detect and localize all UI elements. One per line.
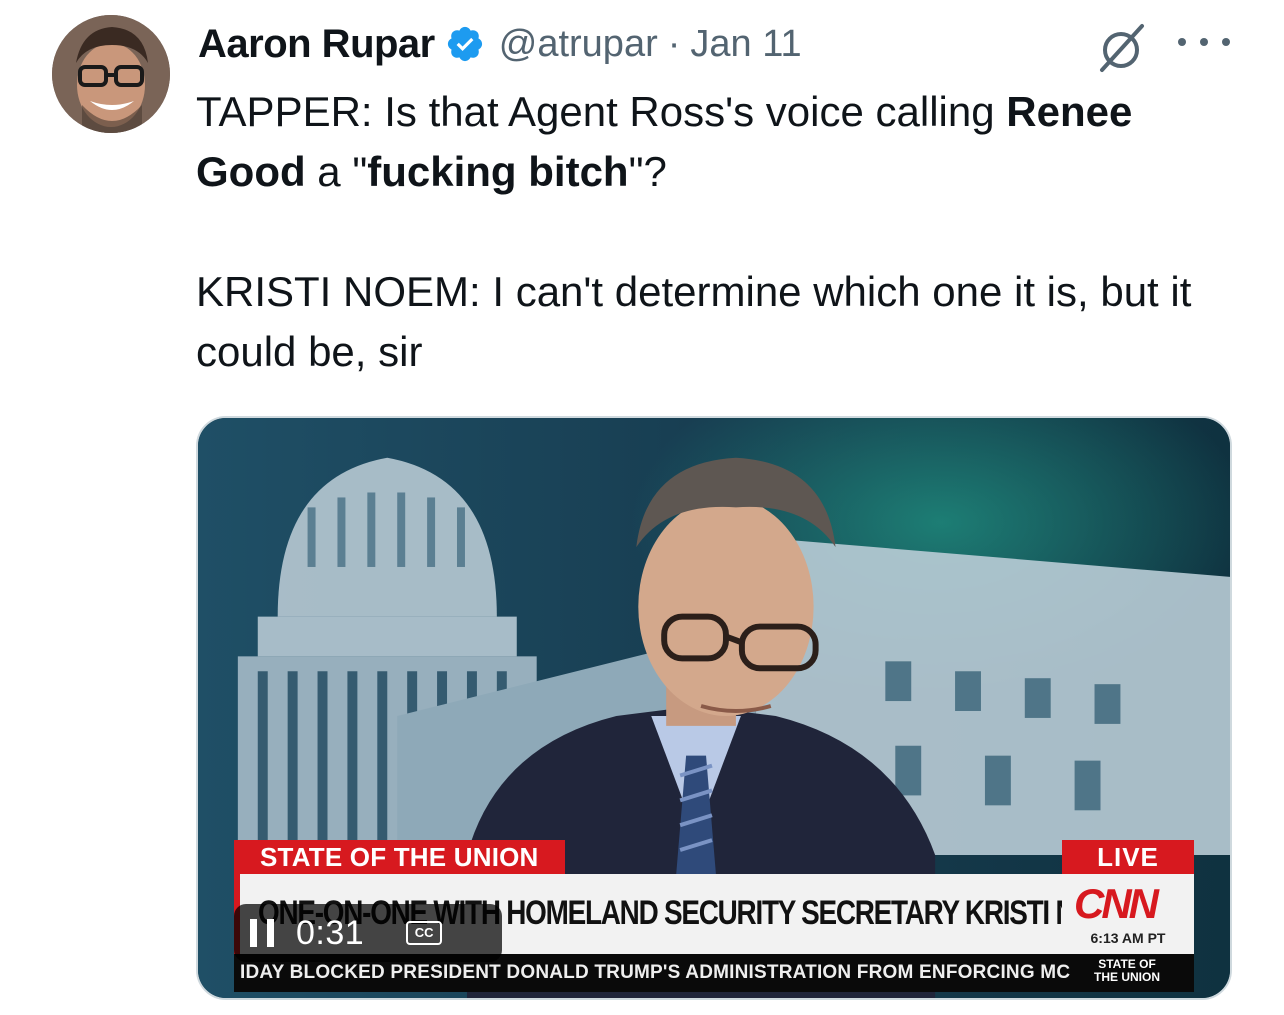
separator-dot: · (667, 22, 681, 65)
broadcast-time: 6:13 AM PT (1090, 930, 1166, 946)
grok-icon[interactable] (1094, 20, 1150, 76)
pause-icon[interactable] (250, 919, 274, 947)
ticker-text: IDAY BLOCKED PRESIDENT DONALD TRUMP'S AD… (240, 962, 1071, 983)
tweet-header: Aaron Rupar @atrupar · Jan 11 (198, 18, 802, 70)
video-controls: 0:31 CC (234, 904, 502, 962)
tweet-bold-quote: fucking bitch (367, 148, 629, 195)
closed-captions-icon[interactable]: CC (406, 921, 443, 945)
tweet-date[interactable]: Jan 11 (690, 23, 801, 66)
show-label: STATE OF THE UNION (234, 840, 565, 874)
author-name[interactable]: Aaron Rupar (198, 22, 435, 67)
avatar[interactable] (52, 15, 170, 133)
video-player[interactable]: STATE OF THE UNION LIVE ONE-ON-ONE WITH … (196, 416, 1232, 1000)
network-bug: CNN 6:13 AM PT (1062, 874, 1194, 954)
tweet-paragraph-1: TAPPER: Is that Agent Ross's voice calli… (196, 82, 1236, 202)
tweet-paragraph-2: KRISTI NOEM: I can't determine which one… (196, 268, 1192, 375)
show-logo-line2: THE UNION (1094, 970, 1160, 984)
cnn-logo: CNN (1074, 880, 1159, 927)
tweet-text-segment: TAPPER: Is that Agent Ross's voice calli… (196, 88, 1007, 135)
tweet-text-segment: "? (628, 148, 667, 195)
live-badge: LIVE (1062, 840, 1194, 874)
verified-badge-icon[interactable] (445, 24, 485, 64)
tweet-text-segment: a " (305, 148, 368, 195)
elapsed-time: 0:31 (296, 913, 365, 952)
more-options-icon[interactable] (1178, 30, 1230, 54)
show-logo: STATE OF THE UNION (1072, 958, 1182, 984)
author-handle[interactable]: @atrupar (499, 23, 658, 66)
tweet-body: TAPPER: Is that Agent Ross's voice calli… (196, 82, 1236, 382)
